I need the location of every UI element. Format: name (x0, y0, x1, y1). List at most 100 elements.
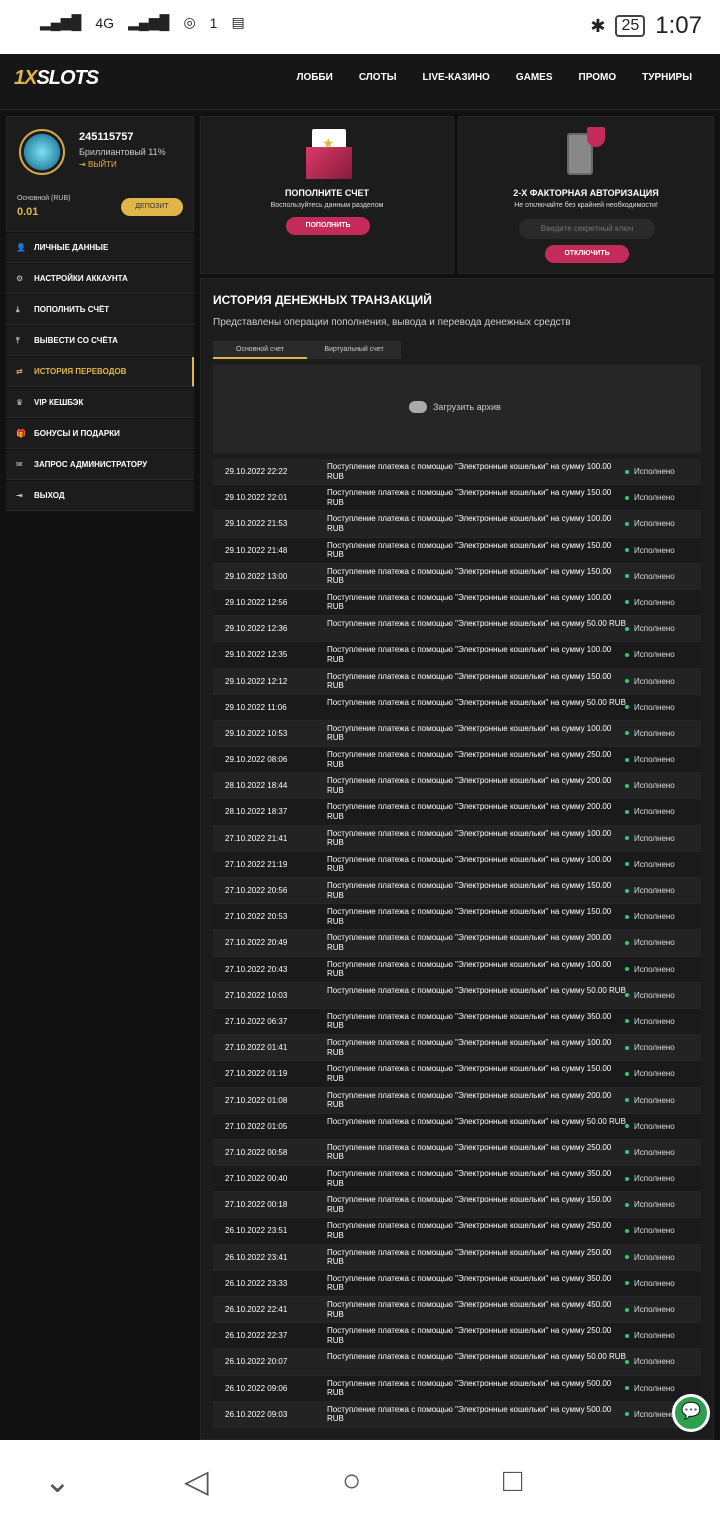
row-status: Исполнено (625, 991, 675, 1000)
nav-games[interactable]: GAMES (516, 72, 553, 83)
deposit-button[interactable]: ДЕПОЗИТ (121, 198, 183, 216)
gift-icon: 🎁 (16, 429, 26, 438)
status-dot-icon (625, 1045, 629, 1050)
row-date: 29.10.2022 11:06 (225, 702, 287, 712)
status-dot-icon (625, 888, 629, 893)
nav-tournaments[interactable]: ТУРНИРЫ (642, 72, 692, 83)
table-row: 29.10.2022 08:06 Поступление платежа с по… (213, 747, 701, 774)
two-factor-card: 2-Х ФАКТОРНАЯ АВТОРИЗАЦИЯ Не отключайте … (458, 116, 714, 274)
status-dot-icon (625, 731, 629, 736)
status-dot-icon (625, 652, 629, 657)
disable-2fa-button[interactable]: ОТКЛЮЧИТЬ (545, 245, 629, 263)
logo[interactable]: 1XSLOTS (14, 67, 99, 90)
row-description: Поступление платежа с помощью "Электронн… (327, 1038, 612, 1057)
sidebar-item-vip-cashback[interactable]: ♛ VIP КЕШБЭК (6, 388, 194, 418)
chevron-down-icon[interactable]: ⌄ (44, 1462, 71, 1500)
row-date: 29.10.2022 12:36 (225, 624, 288, 634)
row-date: 27.10.2022 21:19 (225, 859, 288, 869)
row-description: Поступление платежа с помощью "Электронн… (327, 697, 626, 707)
table-row: 26.10.2022 23:51 Поступление платежа с по… (213, 1218, 701, 1245)
row-status: Исполнено (625, 886, 675, 895)
topup-button[interactable]: ПОПОЛНИТЬ (286, 217, 370, 235)
row-status: Исполнено (625, 493, 675, 502)
back-icon[interactable]: ◁ (184, 1462, 209, 1500)
status-dot-icon (625, 914, 629, 919)
row-date: 26.10.2022 09:03 (225, 1409, 288, 1419)
rank-label: Бриллиантовый 11% (79, 147, 166, 157)
table-row: 27.10.2022 01:05 Поступление платежа с по… (213, 1113, 701, 1140)
row-date: 29.10.2022 22:22 (225, 467, 288, 476)
profile-card: 245115757 Бриллиантовый 11% ⇥ ВЫЙТИ Осно… (6, 116, 194, 232)
row-description: Поступление платежа с помощью "Электронн… (327, 462, 612, 481)
status-bar: ▂▄▆█ 4G ▂▄▆█ ◎ 1 ▤ ✱ 25 1:07 (0, 0, 720, 54)
row-status: Исполнено (625, 1410, 675, 1419)
secret-key-input[interactable] (519, 219, 655, 239)
crown-icon: ♛ (16, 398, 24, 407)
tab-main-account[interactable]: Основной счет (213, 341, 307, 359)
nav-live-casino[interactable]: LIVE-КАЗИНО (422, 72, 489, 83)
table-row: 26.10.2022 23:41 Поступление платежа с по… (213, 1244, 701, 1271)
logout-link[interactable]: ⇥ ВЫЙТИ (79, 160, 117, 169)
sidebar-item-withdraw[interactable]: ⤒ ВЫВЕСТИ СО СЧЁТА (6, 326, 194, 356)
sidebar-item-topup[interactable]: ⤓ ПОПОЛНИТЬ СЧЁТ (6, 295, 194, 325)
row-description: Поступление платежа с помощью "Электронн… (327, 1142, 612, 1162)
table-row: 27.10.2022 01:41 Поступление платежа с по… (213, 1035, 701, 1062)
chat-button[interactable]: 💬 (672, 1394, 710, 1432)
status-dot-icon (625, 1124, 629, 1129)
site-header: 1XSLOTS ЛОББИ СЛОТЫ LIVE-КАЗИНО GAMES ПР… (0, 54, 720, 110)
shield-icon (587, 127, 605, 147)
table-row: 29.10.2022 11:06 Поступление платежа с по… (213, 694, 701, 721)
row-description: Поступление платежа с помощью "Электронн… (327, 645, 612, 664)
status-dot-icon (625, 626, 629, 631)
row-date: 29.10.2022 12:12 (225, 676, 288, 686)
row-description: Поступление платежа с помощью "Электронн… (327, 985, 626, 995)
status-dot-icon (625, 783, 629, 788)
android-nav-bar: ⌄ ◁ ○ □ (0, 1440, 720, 1520)
sidebar-item-transfer-history[interactable]: ⇄ ИСТОРИЯ ПЕРЕВОДОВ (6, 357, 194, 387)
user-add-icon: 👤 (16, 243, 26, 252)
history-subtitle: Представлены операции пополнения, вывода… (213, 317, 571, 328)
table-row: 27.10.2022 01:08 Поступление платежа с по… (213, 1087, 701, 1114)
row-description: Поступление платежа с помощью "Электронн… (327, 802, 612, 821)
row-status: Исполнено (625, 1357, 675, 1366)
row-date: 27.10.2022 00:40 (225, 1174, 288, 1184)
recents-icon[interactable]: □ (503, 1462, 522, 1499)
status-dot-icon (625, 679, 629, 683)
row-date: 29.10.2022 12:35 (225, 650, 288, 660)
status-dot-icon (625, 1281, 629, 1286)
row-description: Поступление платежа с помощью "Электронн… (327, 619, 626, 629)
sidebar-item-account-settings[interactable]: ⚙ НАСТРОЙКИ АККАУНТА (6, 264, 194, 294)
table-row: 29.10.2022 12:12 Поступление платежа с по… (213, 668, 701, 695)
hotspot-icon: ◎ (183, 14, 196, 30)
row-description: Поступление платежа с помощью "Электронн… (327, 750, 612, 769)
download-archive-button[interactable]: Загрузить архив (409, 401, 501, 413)
row-date: 29.10.2022 08:06 (225, 755, 288, 765)
table-row: 26.10.2022 22:37 Поступление платежа с по… (213, 1323, 701, 1350)
row-status: Исполнено (625, 1069, 675, 1078)
sidebar-item-admin-request[interactable]: ✉ ЗАПРОС АДМИНИСТРАТОРУ (6, 450, 194, 480)
row-status: Исполнено (625, 860, 675, 869)
transaction-history: ИСТОРИЯ ДЕНЕЖНЫХ ТРАНЗАКЦИЙ Представлены… (200, 278, 714, 1440)
table-row: 29.10.2022 21:53 Поступление платежа с по… (213, 511, 701, 538)
row-date: 29.10.2022 21:53 (225, 519, 288, 529)
row-status: Исполнено (625, 1200, 675, 1209)
status-dot-icon (625, 1255, 629, 1260)
sidebar-item-personal-data[interactable]: 👤 ЛИЧНЫЕ ДАННЫЕ (6, 233, 194, 263)
nav-slots[interactable]: СЛОТЫ (359, 72, 397, 83)
row-status: Исполнено (625, 650, 675, 659)
status-dot-icon (625, 1098, 629, 1102)
table-row: 27.10.2022 00:18 Поступление платежа с по… (213, 1192, 701, 1219)
nav-lobby[interactable]: ЛОББИ (296, 72, 332, 83)
home-icon[interactable]: ○ (342, 1462, 361, 1499)
row-status: Исполнено (625, 1384, 675, 1393)
row-description: Поступление платежа с помощью "Электронн… (327, 1352, 626, 1362)
row-date: 26.10.2022 23:41 (225, 1252, 288, 1262)
two-factor-title: 2-Х ФАКТОРНАЯ АВТОРИЗАЦИЯ (513, 188, 659, 198)
tab-virtual-account[interactable]: Виртуальный счет (307, 341, 401, 359)
sidebar-item-bonuses[interactable]: 🎁 БОНУСЫ И ПОДАРКИ (6, 419, 194, 449)
status-dot-icon (625, 1412, 629, 1417)
sidebar-item-exit[interactable]: ⇥ ВЫХОД (6, 481, 194, 511)
nav-promo[interactable]: ПРОМО (579, 72, 617, 83)
table-row: 29.10.2022 13:00 Поступление платежа с по… (213, 563, 701, 590)
row-description: Поступление платежа с помощью "Электронн… (327, 933, 612, 952)
